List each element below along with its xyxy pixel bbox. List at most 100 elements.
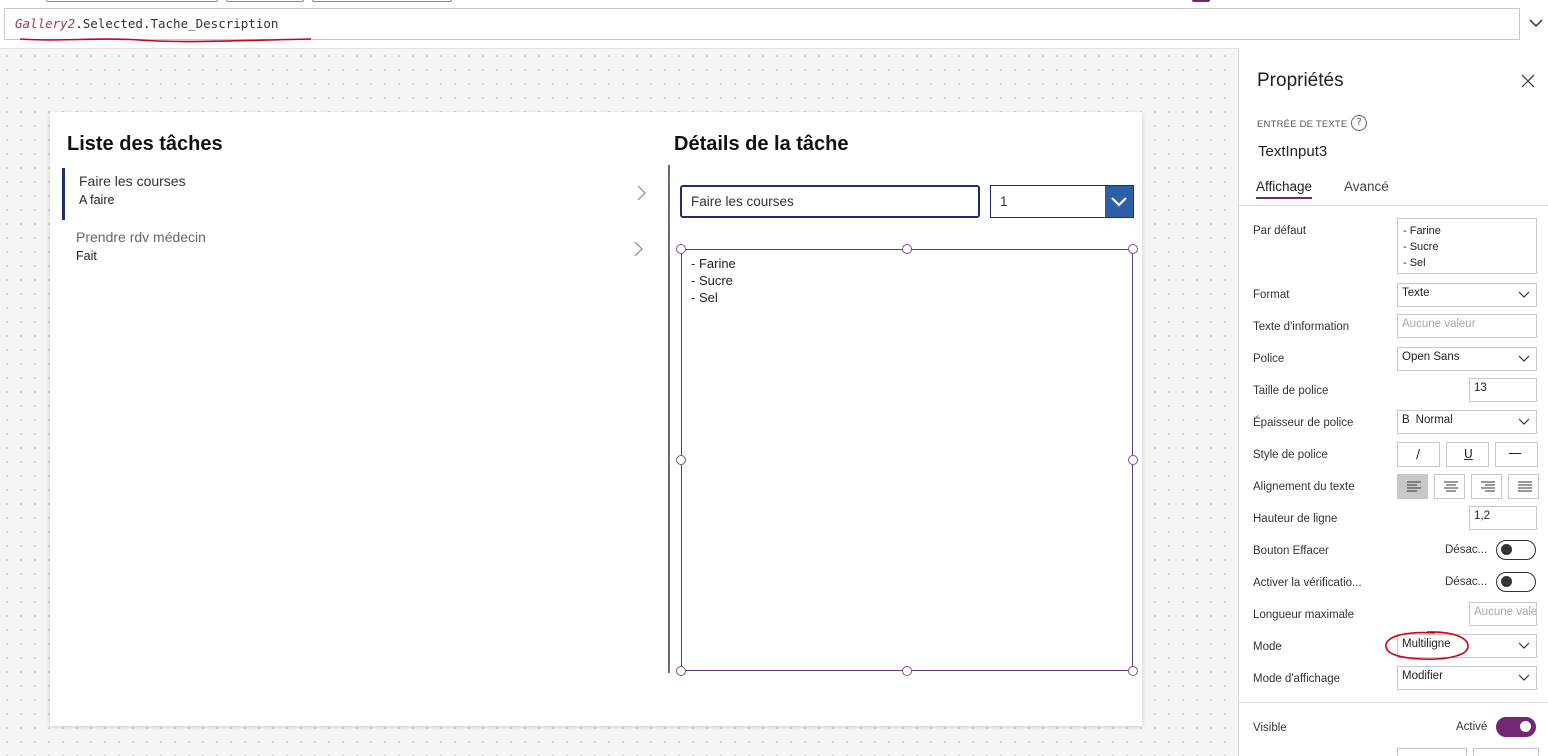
list-item[interactable]: Faire les courses A faire: [62, 168, 652, 220]
chevron-right-icon[interactable]: [632, 240, 644, 258]
visible-toggle[interactable]: [1496, 717, 1536, 737]
chevron-down-icon: [1518, 355, 1530, 362]
close-icon[interactable]: [1521, 74, 1535, 88]
list-item-status: A faire: [79, 193, 115, 207]
display-mode-label: Mode d'affichage: [1253, 673, 1341, 685]
chevron-down-icon: [1111, 197, 1127, 207]
display-mode-value: Modifier: [1402, 670, 1443, 682]
toolbar-button-fragment[interactable]: [226, 0, 304, 2]
toolbar-dropdown-fragment[interactable]: [46, 0, 218, 2]
tab-avance[interactable]: Avancé: [1344, 179, 1389, 194]
format-label: Format: [1253, 289, 1290, 301]
spellcheck-state: Désac...: [1445, 576, 1488, 588]
strikethrough-icon: —: [1509, 446, 1521, 460]
toggle-knob: [1501, 544, 1512, 555]
panel-divider: [668, 165, 670, 673]
list-item-title: Faire les courses: [79, 173, 186, 189]
font-dropdown[interactable]: Open Sans: [1397, 347, 1537, 371]
control-type-label: ENTRÉE DE TEXTE: [1257, 119, 1348, 130]
align-left-button[interactable]: [1397, 474, 1428, 499]
align-right-icon: [1481, 481, 1495, 492]
chevron-down-icon[interactable]: [1527, 14, 1545, 32]
hint-text-field[interactable]: Aucune valeur: [1397, 314, 1537, 338]
default-value-field[interactable]: - Farine - Sucre - Sel: [1397, 218, 1537, 274]
description-text-input[interactable]: - Farine - Sucre - Sel: [681, 249, 1133, 671]
font-value: Open Sans: [1402, 351, 1460, 363]
font-label: Police: [1253, 353, 1285, 365]
display-mode-dropdown[interactable]: Modifier: [1397, 666, 1537, 690]
visible-state: Activé: [1456, 721, 1488, 733]
formula-bar[interactable]: Gallery2.Selected.Tache_Description: [4, 8, 1520, 43]
font-weight-value: Normal: [1415, 414, 1453, 426]
list-title: Liste des tâches: [67, 133, 223, 155]
font-size-label: Taille de police: [1253, 385, 1329, 397]
properties-title: Propriétés: [1257, 70, 1344, 91]
toolbar-accent-fragment: [1192, 0, 1210, 2]
tabs-divider: [1239, 205, 1548, 206]
tab-affichage[interactable]: Affichage: [1256, 179, 1313, 199]
align-justify-button[interactable]: [1508, 474, 1539, 499]
underline-button[interactable]: U: [1446, 442, 1489, 467]
resize-handle[interactable]: [1128, 666, 1138, 676]
resize-handle[interactable]: [676, 455, 686, 465]
hint-text-label: Texte d'information: [1253, 321, 1350, 333]
font-weight-dropdown[interactable]: B Normal: [1397, 410, 1537, 434]
spellcheck-label: Activer la vérificatio...: [1253, 577, 1362, 589]
resize-handle[interactable]: [1128, 244, 1138, 254]
align-center-button[interactable]: [1434, 474, 1465, 499]
formula-expression[interactable]: Gallery2.Selected.Tache_Description: [15, 16, 278, 31]
resize-handle[interactable]: [1128, 455, 1138, 465]
resize-handle[interactable]: [902, 666, 912, 676]
clear-button-label: Bouton Effacer: [1253, 545, 1329, 557]
max-length-field[interactable]: Aucune vale: [1469, 602, 1537, 626]
priority-dropdown[interactable]: 1: [990, 185, 1134, 218]
spellcheck-toggle[interactable]: [1496, 572, 1536, 592]
clear-button-toggle[interactable]: [1496, 540, 1536, 560]
line-height-field[interactable]: 1,2: [1469, 506, 1537, 530]
chevron-right-icon[interactable]: [635, 184, 647, 202]
format-value: Texte: [1402, 287, 1430, 299]
mode-label: Mode: [1253, 641, 1282, 653]
toolbar-button-fragment[interactable]: [312, 0, 452, 2]
detail-title: Détails de la tâche: [674, 133, 849, 155]
position-x-field[interactable]: [1397, 748, 1467, 756]
chevron-down-icon: [1518, 642, 1530, 649]
italic-button[interactable]: /: [1397, 442, 1440, 467]
control-name[interactable]: TextInput3: [1258, 143, 1327, 160]
font-weight-label: Épaisseur de police: [1253, 417, 1354, 429]
priority-dropdown-button[interactable]: [1105, 186, 1133, 217]
task-name-input[interactable]: Faire les courses: [680, 185, 980, 218]
resize-handle[interactable]: [902, 244, 912, 254]
app-screen[interactable]: Liste des tâches Faire les courses A fai…: [50, 112, 1142, 726]
font-style-buttons: / U —: [1397, 442, 1538, 467]
position-y-field[interactable]: [1473, 748, 1539, 756]
section-divider: [1239, 702, 1548, 703]
annotation-circle: [1385, 631, 1469, 660]
priority-value: 1: [1000, 194, 1008, 209]
strikethrough-button[interactable]: —: [1495, 442, 1538, 467]
bold-icon: B: [1402, 414, 1410, 426]
line-height-label: Hauteur de ligne: [1253, 513, 1338, 525]
toggle-knob: [1501, 576, 1512, 587]
list-item-title: Prendre rdv médecin: [76, 229, 206, 245]
clear-button-state: Désac...: [1445, 544, 1488, 556]
format-dropdown[interactable]: Texte: [1397, 283, 1537, 307]
help-icon[interactable]: ?: [1351, 115, 1367, 131]
chevron-down-icon: [1518, 291, 1530, 298]
design-canvas[interactable]: Liste des tâches Faire les courses A fai…: [0, 48, 1238, 756]
chevron-down-icon: [1518, 418, 1530, 425]
align-right-button[interactable]: [1471, 474, 1502, 499]
resize-handle[interactable]: [676, 244, 686, 254]
font-style-label: Style de police: [1253, 449, 1328, 461]
font-size-field[interactable]: 13: [1469, 378, 1537, 402]
resize-handle[interactable]: [676, 666, 686, 676]
top-toolbar-fragment: [0, 0, 1548, 6]
list-item[interactable]: Prendre rdv médecin Fait: [62, 224, 652, 276]
toggle-knob: [1520, 721, 1531, 732]
annotation-underline: [19, 38, 312, 43]
visible-label: Visible: [1253, 722, 1287, 734]
underline-icon: U: [1464, 447, 1473, 461]
formula-control-ref: Gallery2: [15, 16, 76, 31]
list-item-status: Fait: [76, 249, 97, 263]
description-text: - Farine - Sucre - Sel: [691, 256, 736, 305]
